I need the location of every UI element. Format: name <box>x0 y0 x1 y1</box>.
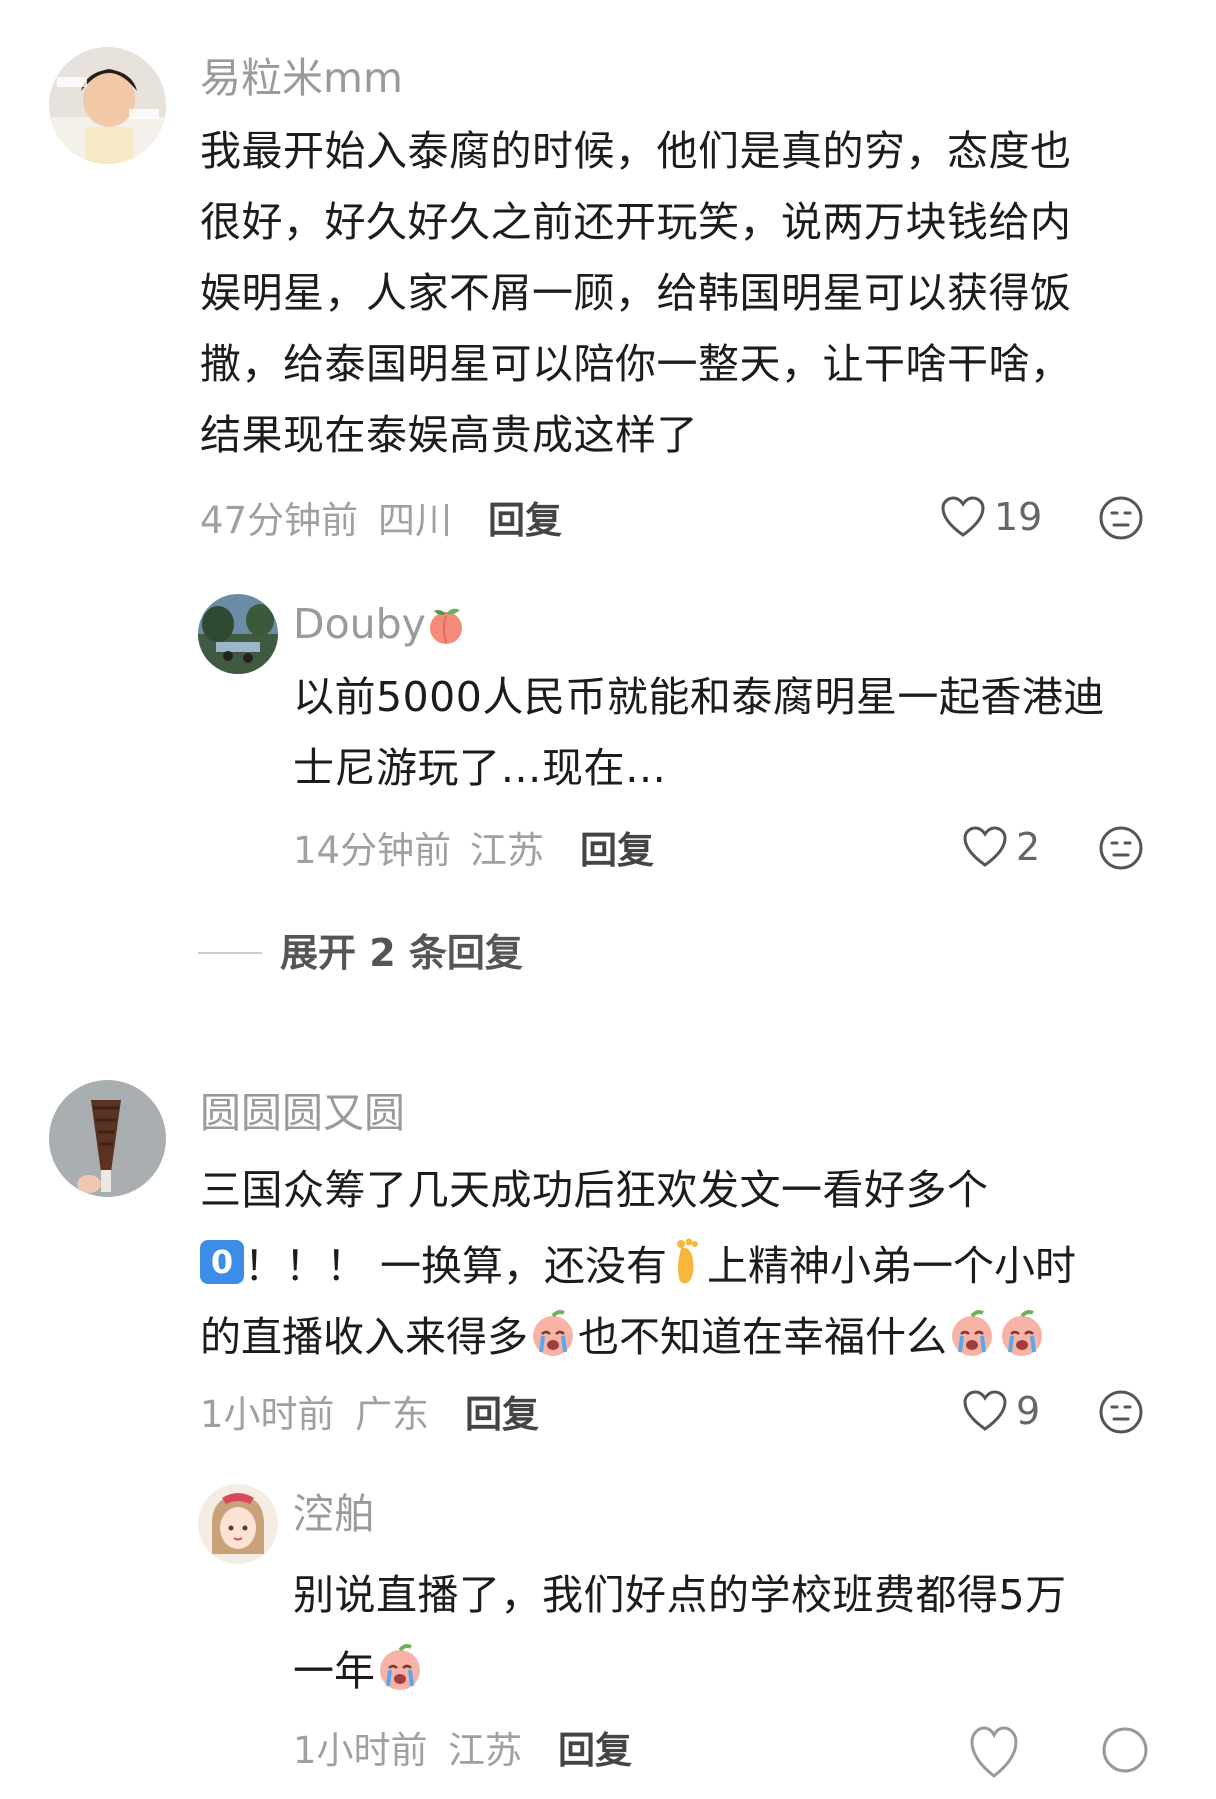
comment-text-segment: 上精神小弟一个小时 <box>707 1241 1077 1290</box>
expand-replies-label: 展开 2 条回复 <box>280 931 523 975</box>
comment-text-segment: ！！！ 一换算，还没有 <box>244 1241 668 1290</box>
heart-outline-icon <box>963 826 1007 867</box>
comment-location: 广东 <box>355 1393 429 1436</box>
heart-outline-icon <box>963 1390 1007 1431</box>
avatar[interactable] <box>198 594 278 674</box>
reply-username[interactable]: Douby <box>293 604 426 645</box>
reply-text-line-2: 一年 <box>293 1631 425 1702</box>
divider <box>198 952 262 954</box>
reply-location: 江苏 <box>448 1729 522 1772</box>
comment-username[interactable]: 易粒米mm <box>200 58 403 99</box>
reply-text-segment: 一年 <box>293 1646 375 1695</box>
neutral-face-icon[interactable] <box>1098 825 1144 871</box>
heart-outline-icon <box>941 496 985 537</box>
foot-emoji <box>667 1238 707 1286</box>
reply-username[interactable]: 涳舶 <box>293 1494 375 1535</box>
comment-text: 我最开始入泰腐的时候，他们是真的穷，态度也 很好，好久好久之前还开玩笑，说两万块… <box>200 127 1072 459</box>
avatar[interactable] <box>49 47 166 164</box>
comment-time: 47分钟前 <box>200 499 359 542</box>
avatar[interactable] <box>49 1080 166 1197</box>
comment-text-segment: 的直播收入来得多 <box>200 1312 528 1361</box>
neutral-face-icon[interactable] <box>1098 1389 1144 1435</box>
like-count: 2 <box>1016 825 1041 869</box>
avatar[interactable] <box>198 1484 278 1564</box>
comment-username[interactable]: 圆圆圆又圆 <box>200 1093 405 1134</box>
like-count: 9 <box>1016 1389 1041 1433</box>
keycap-zero-emoji: 0 <box>200 1239 244 1284</box>
heart-outline-icon[interactable] <box>968 1722 1020 1778</box>
expand-replies-button[interactable]: 展开 2 条回复 <box>198 934 523 972</box>
crying-face-emoji <box>375 1642 425 1692</box>
like-button[interactable]: 19 <box>940 496 1042 538</box>
reply-text: 以前5000人民币就能和泰腐明星一起香港迪 士尼游玩了…现在… <box>293 673 1105 792</box>
neutral-face-icon[interactable] <box>1100 1722 1150 1778</box>
like-button[interactable]: 9 <box>962 1390 1040 1432</box>
reply-button[interactable]: 回复 <box>488 502 562 539</box>
crying-face-emoji <box>997 1308 1047 1358</box>
comment-text-line-2: 0 ！！！ 一换算，还没有 上精神小弟一个小时 <box>200 1226 1076 1297</box>
like-button[interactable]: 2 <box>962 826 1040 868</box>
comment-location: 四川 <box>378 499 452 542</box>
comment-text-line-3: 的直播收入来得多 也不知道在幸福什么 <box>200 1297 1047 1368</box>
reply-location: 江苏 <box>470 829 544 872</box>
neutral-face-icon[interactable] <box>1098 495 1144 541</box>
reply-button[interactable]: 回复 <box>465 1396 539 1433</box>
comment-text-segment: 也不知道在幸福什么 <box>578 1312 947 1361</box>
reply-button[interactable]: 回复 <box>580 832 654 869</box>
comment-text-line-1: 三国众筹了几天成功后狂欢发文一看好多个 <box>200 1166 989 1214</box>
reply-button[interactable]: 回复 <box>558 1732 632 1769</box>
crying-face-emoji <box>947 1308 997 1358</box>
peach-emoji <box>424 602 468 646</box>
comment-time: 1小时前 <box>200 1393 335 1436</box>
reply-text-line-1: 别说直播了，我们好点的学校班费都得5万 <box>293 1571 1067 1619</box>
reply-time: 14分钟前 <box>293 829 452 872</box>
crying-face-emoji <box>528 1308 578 1358</box>
like-count: 19 <box>994 495 1043 539</box>
reply-time: 1小时前 <box>293 1729 428 1772</box>
